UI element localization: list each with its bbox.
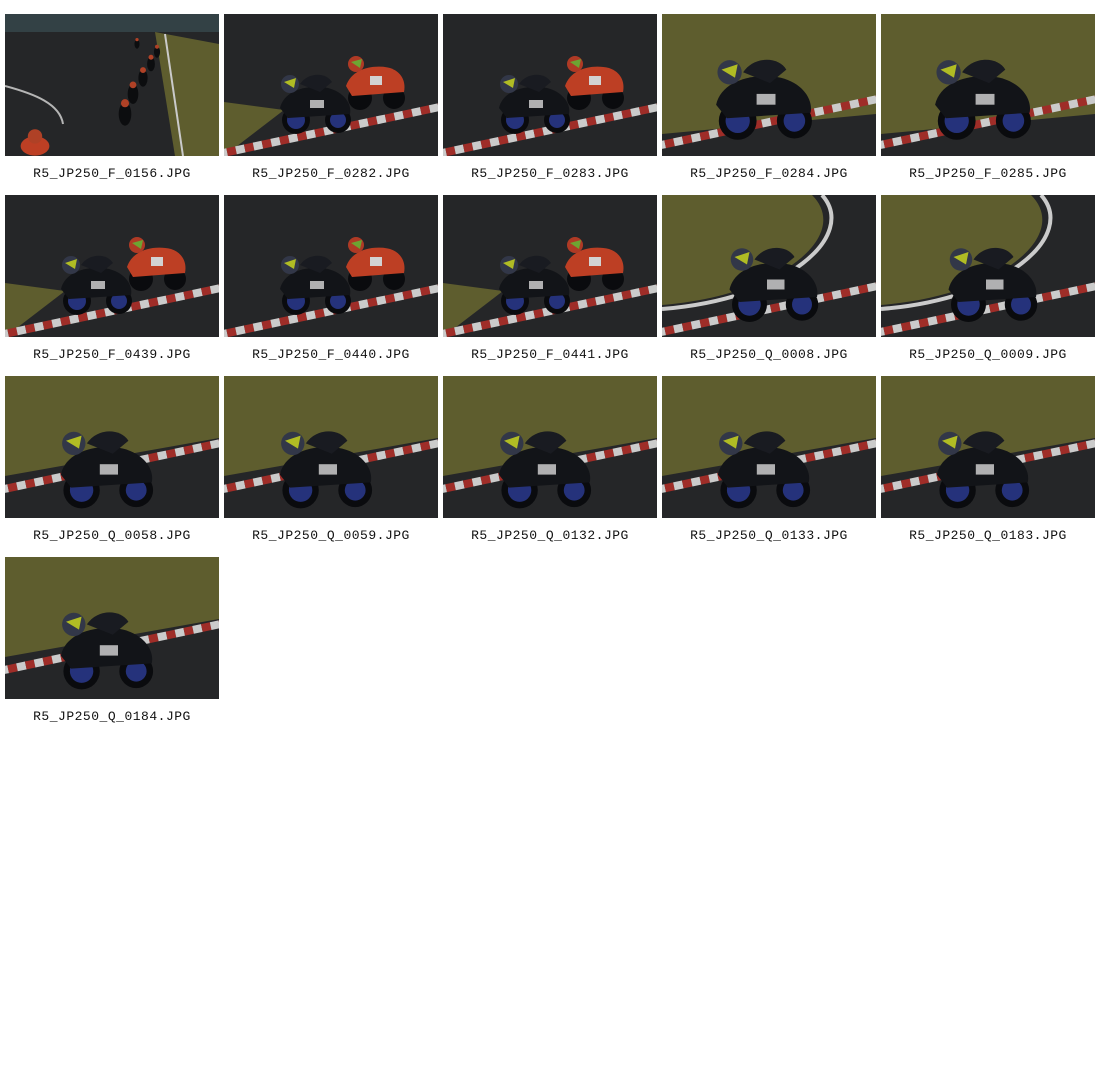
thumbnail-filename[interactable]: R5_JP250_Q_0183.JPG [909, 528, 1067, 544]
thumbnail-image[interactable] [5, 195, 219, 337]
thumbnail-item[interactable]: R5_JP250_Q_0058.JPG [5, 376, 219, 557]
thumbnail-item[interactable]: R5_JP250_F_0156.JPG [5, 14, 219, 195]
thumbnail-item[interactable]: R5_JP250_F_0440.JPG [224, 195, 438, 376]
thumbnail-item[interactable]: R5_JP250_Q_0184.JPG [5, 557, 219, 738]
thumbnail-filename[interactable]: R5_JP250_F_0284.JPG [690, 166, 848, 182]
thumbnail-item[interactable]: R5_JP250_Q_0133.JPG [662, 376, 876, 557]
thumbnail-filename[interactable]: R5_JP250_F_0440.JPG [252, 347, 410, 363]
thumbnail-filename[interactable]: R5_JP250_F_0282.JPG [252, 166, 410, 182]
thumbnail-filename[interactable]: R5_JP250_F_0156.JPG [33, 166, 191, 182]
thumbnail-item[interactable]: R5_JP250_F_0283.JPG [443, 14, 657, 195]
thumbnail-item[interactable]: R5_JP250_Q_0009.JPG [881, 195, 1095, 376]
thumbnail-filename[interactable]: R5_JP250_Q_0009.JPG [909, 347, 1067, 363]
thumbnail-image[interactable] [881, 195, 1095, 337]
thumbnail-image[interactable] [662, 14, 876, 156]
thumbnail-filename[interactable]: R5_JP250_F_0439.JPG [33, 347, 191, 363]
thumbnail-filename[interactable]: R5_JP250_Q_0008.JPG [690, 347, 848, 363]
thumbnail-item[interactable]: R5_JP250_Q_0008.JPG [662, 195, 876, 376]
thumbnail-filename[interactable]: R5_JP250_Q_0058.JPG [33, 528, 191, 544]
thumbnail-image[interactable] [5, 557, 219, 699]
thumbnail-item[interactable]: R5_JP250_Q_0059.JPG [224, 376, 438, 557]
thumbnail-image[interactable] [881, 376, 1095, 518]
thumbnail-item[interactable]: R5_JP250_Q_0132.JPG [443, 376, 657, 557]
thumbnail-filename[interactable]: R5_JP250_Q_0059.JPG [252, 528, 410, 544]
thumbnail-item[interactable]: R5_JP250_F_0439.JPG [5, 195, 219, 376]
thumbnail-item[interactable]: R5_JP250_F_0441.JPG [443, 195, 657, 376]
thumbnail-item[interactable]: R5_JP250_F_0284.JPG [662, 14, 876, 195]
thumbnail-filename[interactable]: R5_JP250_Q_0184.JPG [33, 709, 191, 725]
thumbnail-filename[interactable]: R5_JP250_Q_0133.JPG [690, 528, 848, 544]
thumbnail-image[interactable] [5, 14, 219, 156]
thumbnail-image[interactable] [443, 195, 657, 337]
thumbnail-item[interactable]: R5_JP250_F_0282.JPG [224, 14, 438, 195]
thumbnail-grid: R5_JP250_F_0156.JPG R5_JP250_F_0282.JPG … [5, 14, 1095, 738]
thumbnail-filename[interactable]: R5_JP250_Q_0132.JPG [471, 528, 629, 544]
thumbnail-image[interactable] [224, 14, 438, 156]
thumbnail-filename[interactable]: R5_JP250_F_0285.JPG [909, 166, 1067, 182]
thumbnail-item[interactable]: R5_JP250_Q_0183.JPG [881, 376, 1095, 557]
thumbnail-item[interactable]: R5_JP250_F_0285.JPG [881, 14, 1095, 195]
thumbnail-image[interactable] [443, 14, 657, 156]
thumbnail-filename[interactable]: R5_JP250_F_0283.JPG [471, 166, 629, 182]
thumbnail-image[interactable] [443, 376, 657, 518]
thumbnail-image[interactable] [662, 195, 876, 337]
thumbnail-image[interactable] [5, 376, 219, 518]
thumbnail-filename[interactable]: R5_JP250_F_0441.JPG [471, 347, 629, 363]
thumbnail-image[interactable] [881, 14, 1095, 156]
thumbnail-image[interactable] [224, 376, 438, 518]
thumbnail-image[interactable] [662, 376, 876, 518]
thumbnail-image[interactable] [224, 195, 438, 337]
